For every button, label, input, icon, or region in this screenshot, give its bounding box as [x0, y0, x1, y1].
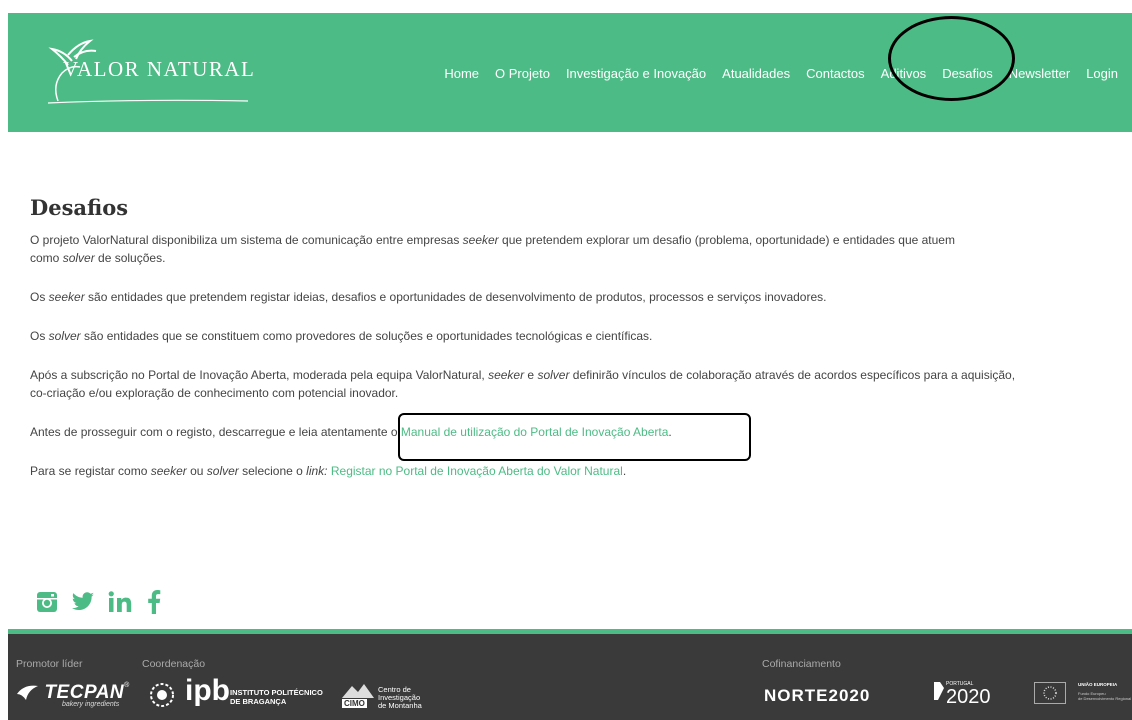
text: seeker: [48, 290, 85, 304]
text: são entidades que se constituem como pro…: [80, 329, 653, 343]
text: seeker: [150, 464, 187, 478]
text: Os: [30, 290, 49, 304]
text: Para se registar como: [30, 464, 151, 478]
highlight-circle: [888, 16, 1015, 101]
tecpan-logo[interactable]: TECPAN® bakery ingredients: [16, 682, 129, 708]
text: solver: [62, 251, 95, 265]
eu-flag-icon: [1034, 682, 1066, 704]
nav-investigacao[interactable]: Investigação e Inovação: [558, 65, 714, 83]
ipb-text: ipb: [185, 674, 230, 707]
intro-paragraph: O projeto ValorNatural disponibiliza um …: [30, 231, 1125, 267]
portugal-mark-icon: [934, 682, 944, 700]
eu-text: UNIÃO EUROPEIA: [1078, 682, 1118, 687]
cimo-name: Centro de Investigação de Montanha: [378, 686, 422, 710]
eu-fund-text: Fundo Europeu de Desenvolvimento Regiona…: [1078, 691, 1131, 701]
text: link:: [306, 464, 328, 478]
solver-paragraph: Os solver são entidades que se constitue…: [30, 327, 1125, 345]
text: solver: [537, 368, 570, 382]
text: como: [30, 251, 63, 265]
text: de Montanha: [378, 701, 422, 710]
text: definirão vínculos de colaboração atravé…: [569, 368, 1016, 382]
promotor-label: Promotor líder: [16, 658, 83, 670]
nav-atualidades[interactable]: Atualidades: [714, 65, 798, 83]
mountain-icon: [342, 684, 374, 698]
norte2020-logo[interactable]: NORTE2020: [764, 686, 870, 706]
tecpan-text: TECPAN: [44, 682, 125, 703]
text: DE BRAGANÇA: [230, 697, 287, 706]
text: Após a subscrição no Portal de Inovação …: [30, 368, 489, 382]
cimo-box: CIMO: [342, 699, 367, 708]
text: que pretendem explorar um desafio (probl…: [498, 233, 955, 247]
ipb-logo[interactable]: ipb INSTITUTO POLITÉCNICO DE BRAGANÇA: [144, 676, 323, 708]
text: Antes de prosseguir com o registo, desca…: [30, 425, 401, 439]
twitter-icon[interactable]: [71, 592, 95, 617]
text: O projeto ValorNatural disponibiliza um …: [30, 233, 463, 247]
logo-text: VALOR NATURAL: [63, 57, 256, 81]
text: e: [524, 368, 538, 382]
ipb-emblem-icon: [150, 683, 174, 707]
text: selecione o: [238, 464, 307, 478]
register-paragraph: Para se registar como seeker ou solver s…: [30, 462, 1125, 480]
site-footer: Promotor líder Coordenação Cofinanciamen…: [8, 634, 1132, 720]
text: ou: [186, 464, 207, 478]
text: de Desenvolvimento Regional: [1078, 696, 1132, 701]
social-links: [36, 590, 161, 619]
ipb-name: INSTITUTO POLITÉCNICO DE BRAGANÇA: [230, 688, 323, 706]
tecpan-wheat-icon: [17, 685, 38, 700]
facebook-icon[interactable]: [147, 590, 161, 619]
text: co-criação e/ou exploração de conhecimen…: [30, 386, 399, 400]
page-title: Desafios: [30, 195, 129, 220]
portugal-2020-text: 2020: [946, 686, 991, 708]
text: seeker: [462, 233, 499, 247]
nav-o-projeto[interactable]: O Projeto: [487, 65, 558, 83]
instagram-icon[interactable]: [36, 591, 58, 618]
coordenacao-label: Coordenação: [142, 658, 206, 670]
text: .: [622, 464, 627, 478]
text: solver: [206, 464, 239, 478]
text: INSTITUTO POLITÉCNICO: [230, 688, 323, 697]
nav-login[interactable]: Login: [1078, 65, 1118, 83]
site-logo[interactable]: VALOR NATURAL: [38, 35, 268, 110]
text: solver: [48, 329, 81, 343]
text: seeker: [488, 368, 525, 382]
nav-contactos[interactable]: Contactos: [798, 65, 873, 83]
register-link[interactable]: Registar no Portal de Inovação Aberta do…: [328, 464, 623, 478]
cofinanciamento-label: Cofinanciamento: [762, 658, 841, 670]
text: de soluções.: [94, 251, 166, 265]
tecpan-sub: bakery ingredients: [62, 701, 120, 708]
seeker-paragraph: Os seeker são entidades que pretendem re…: [30, 288, 1125, 306]
text: Os: [30, 329, 49, 343]
main-nav: Home O Projeto Investigação e Inovação A…: [436, 65, 1118, 83]
highlight-rectangle: [398, 413, 751, 461]
linkedin-icon[interactable]: [108, 591, 134, 618]
subscription-paragraph: Após a subscrição no Portal de Inovação …: [30, 366, 1125, 402]
nav-home[interactable]: Home: [436, 65, 487, 83]
text: são entidades que pretendem registar ide…: [84, 290, 827, 304]
